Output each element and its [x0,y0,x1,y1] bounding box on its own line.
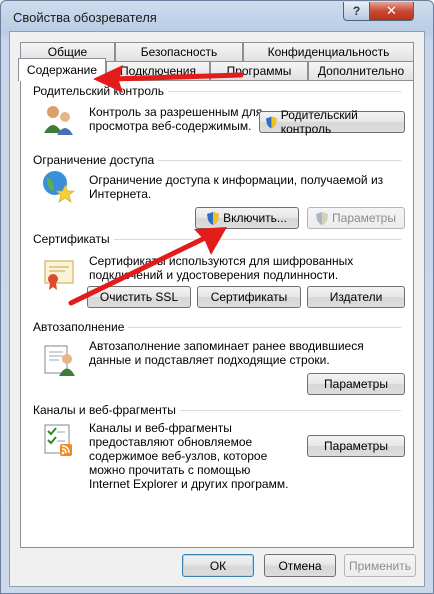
tab-connections[interactable]: Подключения [106,61,210,80]
tab-label: Конфиденциальность [267,45,390,59]
ok-button[interactable]: ОК [182,554,254,577]
parental-control-heading: Родительский контроль [33,84,168,98]
uac-shield-icon [266,116,277,128]
button-label: Параметры [324,377,388,391]
access-restriction-heading: Ограничение доступа [33,153,159,167]
feeds-params-button[interactable]: Параметры [307,435,405,457]
button-label: Параметры [324,439,388,453]
tab-label: Содержание [26,63,98,77]
button-label: Включить... [223,211,287,225]
uac-shield-icon [207,211,220,225]
feeds-desc-2: предоставляют обновляемое [89,435,253,449]
button-label: Издатели [329,290,383,304]
button-label: Родительский контроль [280,108,358,136]
certificate-icon [44,260,74,290]
tab-label: Безопасность [140,45,218,59]
tab-privacy[interactable]: Конфиденциальность [243,42,414,61]
feeds-desc-5: Internet Explorer и других программ. [89,477,289,491]
apply-button[interactable]: Применить [344,554,416,577]
globe-star-icon [43,171,75,203]
access-params-button[interactable]: Параметры [307,207,405,229]
certificates-button[interactable]: Сертификаты [197,286,301,308]
enable-button[interactable]: Включить... [195,207,299,229]
button-label: ОК [209,558,227,573]
feeds-desc-1: Каналы и веб-фрагменты [89,421,232,435]
feeds-desc-4: можно прочитать с помощью [89,463,251,477]
feeds-heading: Каналы и веб-фрагменты [33,403,180,417]
help-icon: ? [352,4,361,18]
button-label: Применить [349,558,412,573]
button-label: Отмена [278,558,322,573]
access-desc-1: Ограничение доступа к информации, получа… [89,173,384,187]
parental-desc-1: Контроль за разрешенным для [89,105,263,119]
tab-label: Дополнительно [317,64,405,78]
content-tab-panel: Родительский контроль Контроль за разреш… [20,80,414,548]
tab-programs[interactable]: Программы [210,61,308,80]
access-desc-2: Интернета. [89,187,152,201]
button-label: Сертификаты [210,290,288,304]
dialog-body: Общие Безопасность Конфиденциальность Со… [9,31,425,587]
clear-ssl-button[interactable]: Очистить SSL [87,286,191,308]
certificates-heading: Сертификаты [33,232,114,246]
parental-desc-2: просмотра веб-содержимым. [89,119,252,133]
close-button[interactable]: ✕ [369,2,414,21]
feeds-icon [44,424,72,456]
certs-desc-2: подключений и удостоверения подлинности. [89,268,339,282]
tab-advanced[interactable]: Дополнительно [308,61,414,80]
internet-options-window: Свойства обозревателя ? ✕ Общие Безопасн… [0,0,434,594]
window-title: Свойства обозревателя [13,10,157,25]
close-icon: ✕ [386,3,397,18]
parental-control-button[interactable]: Родительский контроль [259,108,405,136]
tab-security[interactable]: Безопасность [115,42,243,61]
publishers-button[interactable]: Издатели [307,286,405,308]
tab-label: Программы [226,64,292,78]
help-button[interactable]: ? [343,2,370,21]
autocomplete-params-button[interactable]: Параметры [307,373,405,395]
uac-shield-icon [316,211,329,225]
title-bar[interactable]: Свойства обозревателя ? ✕ [1,1,433,35]
cancel-button[interactable]: Отмена [264,554,336,577]
tab-content[interactable]: Содержание [18,58,106,81]
autocomplete-icon [44,345,75,376]
tab-label: Общие [47,45,88,59]
tab-label: Подключения [120,64,196,78]
autocomplete-desc-1: Автозаполнение запоминает ранее вводивши… [89,339,364,353]
feeds-desc-3: содержимое веб-узлов, которое [89,449,268,463]
button-label: Параметры [332,211,396,225]
autocomplete-heading: Автозаполнение [33,320,129,334]
parental-control-icon [44,106,73,135]
certs-desc-1: Сертификаты используются для шифрованных [89,254,354,268]
autocomplete-desc-2: данные и подставляет подходящие строки. [89,353,330,367]
button-label: Очистить SSL [99,290,179,304]
